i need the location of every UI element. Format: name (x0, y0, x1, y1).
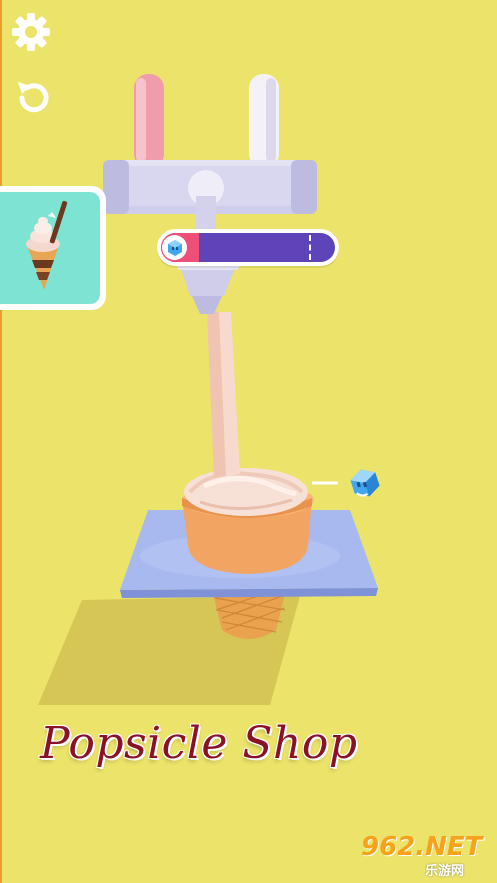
ice-cream-swirl (184, 468, 308, 516)
settings-button[interactable] (9, 10, 53, 54)
ice-cream-stream (207, 312, 240, 478)
gear-icon (12, 13, 50, 51)
game-title: Popsicle Shop (40, 718, 358, 769)
restart-icon (18, 82, 49, 113)
site-watermark: 962.NET 乐游网 (355, 830, 495, 880)
target-order-card[interactable] (0, 186, 106, 310)
watermark-sub: 乐游网 (425, 864, 465, 879)
fill-progress-bar (157, 229, 339, 266)
ice-cube-icon (167, 239, 182, 256)
target-marker (308, 235, 311, 260)
dispenser-machine (103, 74, 317, 314)
watermark-brand: 962.NET (361, 832, 483, 862)
restart-button[interactable] (10, 76, 54, 120)
progress-badge (162, 235, 187, 260)
ice-cube-icon (350, 469, 380, 497)
flying-ice-cube (348, 466, 382, 500)
